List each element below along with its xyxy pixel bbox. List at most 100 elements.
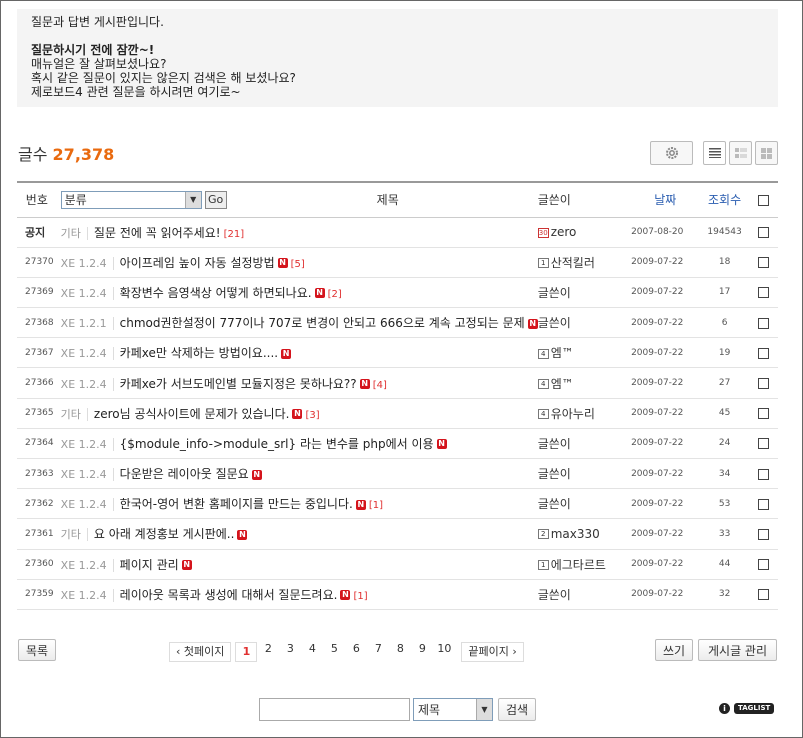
post-author[interactable]: max330 bbox=[551, 527, 600, 541]
post-author[interactable]: 엠™ bbox=[551, 377, 574, 391]
post-author[interactable]: 글쓴이 bbox=[538, 467, 571, 481]
post-author[interactable]: zero bbox=[551, 225, 577, 239]
info-icon[interactable]: i bbox=[719, 703, 730, 714]
post-category[interactable]: XE 1.2.4 bbox=[60, 498, 114, 512]
post-title[interactable]: zero님 공식사이트에 문제가 있습니다. bbox=[94, 407, 290, 421]
row-checkbox[interactable] bbox=[758, 559, 770, 571]
post-author[interactable]: 글쓴이 bbox=[538, 437, 571, 451]
row-checkbox[interactable] bbox=[758, 287, 770, 299]
first-page-link[interactable]: ‹ 첫페이지 bbox=[169, 642, 232, 662]
post-title-cell: XE 1.2.4 확장변수 음영색상 어떻게 하면되나요. N [2] bbox=[57, 277, 538, 307]
post-date: 2009-07-22 bbox=[631, 438, 684, 449]
comment-count[interactable]: [5] bbox=[291, 259, 305, 270]
category-go-button[interactable]: Go bbox=[204, 190, 227, 209]
post-author[interactable]: 글쓴이 bbox=[538, 316, 571, 330]
list-view-button[interactable] bbox=[703, 141, 726, 165]
notice-link-line[interactable]: 제로보드4 관련 질문을 하시려면 여기로~ bbox=[31, 85, 764, 99]
post-title[interactable]: chmod권한설정이 777이나 707로 변경이 안되고 666으로 계속 고… bbox=[120, 316, 525, 330]
post-author[interactable]: 글쓴이 bbox=[538, 497, 571, 511]
comment-count[interactable]: [1] bbox=[369, 500, 383, 511]
page-link[interactable]: 5 bbox=[323, 642, 345, 662]
post-author[interactable]: 유아누리 bbox=[551, 407, 595, 421]
post-category[interactable]: XE 1.2.4 bbox=[60, 286, 114, 300]
taglist-button[interactable]: TAGLIST bbox=[734, 703, 775, 714]
member-level-icon: 4 bbox=[537, 409, 549, 420]
post-title[interactable]: 레이아웃 목록과 생성에 대해서 질문드려요. bbox=[120, 588, 338, 602]
comment-count[interactable]: [1] bbox=[353, 591, 367, 602]
table-row: 27364 XE 1.2.4 {$module_info->module_srl}… bbox=[17, 428, 778, 459]
last-page-link[interactable]: 끝페이지 › bbox=[461, 642, 524, 662]
post-author[interactable]: 글쓴이 bbox=[538, 588, 571, 602]
row-checkbox[interactable] bbox=[758, 528, 770, 540]
post-title[interactable]: 아이프레임 높이 자동 설정방법 bbox=[120, 256, 275, 270]
row-checkbox[interactable] bbox=[758, 468, 770, 480]
post-title[interactable]: 카페xe가 서브도메인별 모듈지정은 못하나요?? bbox=[120, 377, 357, 391]
comment-count[interactable]: [2] bbox=[328, 289, 342, 300]
post-category[interactable]: XE 1.2.4 bbox=[60, 377, 114, 391]
post-category[interactable]: XE 1.2.1 bbox=[60, 317, 114, 331]
page-link[interactable]: 3 bbox=[279, 642, 301, 662]
page-link[interactable]: 7 bbox=[367, 642, 389, 662]
last-page-label: 끝페이지 bbox=[468, 645, 509, 658]
row-checkbox[interactable] bbox=[758, 438, 770, 450]
post-title[interactable]: 다운받은 레이아웃 질문요 bbox=[120, 467, 249, 481]
post-author[interactable]: 에그타르트 bbox=[551, 558, 606, 572]
post-title[interactable]: {$module_info->module_srl} 라는 변수를 php에서 … bbox=[120, 437, 434, 451]
row-checkbox[interactable] bbox=[758, 317, 770, 329]
settings-button[interactable] bbox=[650, 141, 693, 165]
post-date: 2009-07-22 bbox=[631, 257, 684, 268]
comment-count[interactable]: [3] bbox=[305, 410, 319, 421]
post-title[interactable]: 요 아래 계정홍보 게시판에.. bbox=[94, 527, 235, 541]
row-checkbox[interactable] bbox=[758, 347, 770, 359]
header-date[interactable]: 날짜 bbox=[631, 182, 699, 217]
post-category[interactable]: 기타 bbox=[60, 407, 88, 421]
page-link[interactable]: 8 bbox=[389, 642, 411, 662]
page-link[interactable]: 4 bbox=[301, 642, 323, 662]
search-input[interactable] bbox=[259, 698, 410, 721]
row-checkbox[interactable] bbox=[758, 498, 770, 510]
page-link[interactable]: 10 bbox=[433, 642, 455, 662]
search-button[interactable]: 검색 bbox=[498, 698, 536, 721]
row-select-cell bbox=[750, 579, 778, 609]
post-category[interactable]: XE 1.2.4 bbox=[60, 437, 114, 451]
page-link[interactable]: 6 bbox=[345, 642, 367, 662]
category-select[interactable]: 분류 ▼ bbox=[60, 190, 202, 209]
webzine-view-button[interactable] bbox=[729, 141, 752, 165]
post-author[interactable]: 엠™ bbox=[551, 346, 574, 360]
post-author[interactable]: 글쓴이 bbox=[538, 286, 571, 300]
post-title[interactable]: 확장변수 음영색상 어떻게 하면되나요. bbox=[120, 286, 312, 300]
post-author[interactable]: 산적킬러 bbox=[551, 256, 595, 270]
select-all-checkbox[interactable] bbox=[758, 194, 770, 206]
row-checkbox[interactable] bbox=[758, 227, 770, 239]
post-date: 2009-07-22 bbox=[631, 347, 684, 358]
post-category[interactable]: XE 1.2.4 bbox=[60, 256, 114, 270]
manage-posts-button[interactable]: 게시글 관리 bbox=[698, 639, 777, 661]
row-checkbox[interactable] bbox=[758, 408, 770, 420]
post-title[interactable]: 페이지 관리 bbox=[120, 558, 179, 572]
post-category[interactable]: XE 1.2.4 bbox=[60, 347, 114, 361]
row-checkbox[interactable] bbox=[758, 257, 770, 269]
post-category[interactable]: XE 1.2.4 bbox=[60, 468, 114, 482]
post-title[interactable]: 카페xe만 삭제하는 방법이요.... bbox=[120, 346, 278, 360]
list-button[interactable]: 목록 bbox=[18, 639, 56, 661]
post-number: 27366 bbox=[25, 378, 54, 389]
search-target-select[interactable]: 제목 ▼ bbox=[413, 698, 493, 721]
post-category[interactable]: XE 1.2.4 bbox=[60, 558, 114, 572]
post-title[interactable]: 한국어-영어 변환 홈페이지를 만드는 중입니다. bbox=[120, 497, 353, 511]
post-category[interactable]: XE 1.2.4 bbox=[60, 588, 114, 602]
comment-count[interactable]: [4] bbox=[373, 380, 387, 391]
page-link[interactable]: 1 bbox=[235, 642, 258, 662]
gallery-view-button[interactable] bbox=[755, 141, 778, 165]
post-category[interactable]: 기타 bbox=[60, 226, 88, 240]
row-checkbox[interactable] bbox=[758, 589, 770, 601]
post-date: 2009-07-22 bbox=[631, 378, 684, 389]
post-category[interactable]: 기타 bbox=[60, 528, 88, 542]
comment-count[interactable]: [21] bbox=[224, 229, 245, 240]
write-button[interactable]: 쓰기 bbox=[655, 639, 693, 661]
post-title[interactable]: 질문 전에 꼭 읽어주세요! bbox=[94, 226, 221, 240]
page-link[interactable]: 9 bbox=[411, 642, 433, 662]
row-checkbox[interactable] bbox=[758, 378, 770, 390]
header-views[interactable]: 조회수 bbox=[699, 182, 749, 217]
table-row: 27365 기타 zero님 공식사이트에 문제가 있습니다. N [3] 4 유아누리… bbox=[17, 398, 778, 429]
page-link[interactable]: 2 bbox=[257, 642, 279, 662]
